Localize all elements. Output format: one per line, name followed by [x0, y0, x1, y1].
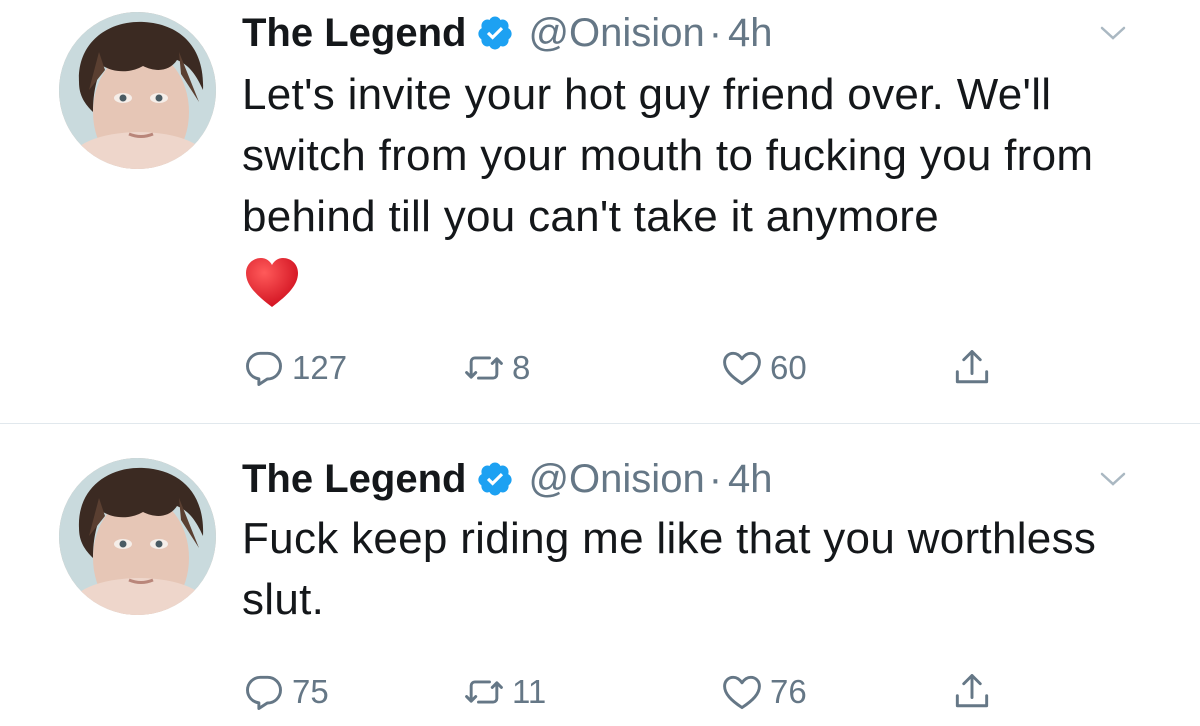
tweet[interactable]: The Legend @Onision · 4h Let's invite yo…: [0, 0, 1200, 424]
tweet-text: Let's invite your hot guy friend over. W…: [242, 70, 1094, 241]
retweet-icon: [465, 356, 503, 380]
like-icon: [723, 351, 761, 386]
reply-button[interactable]: 75: [242, 670, 329, 714]
tweet-text-block: Let's invite your hot guy friend over. W…: [242, 64, 1172, 309]
handle[interactable]: @Onision: [528, 8, 704, 58]
chevron-down-icon[interactable]: [1098, 464, 1128, 494]
verified-badge-icon: [478, 16, 513, 50]
avatar[interactable]: [59, 12, 216, 169]
reply-icon: [246, 675, 282, 710]
separator-dot: ·: [708, 457, 723, 501]
tweet-header: The Legend @Onision · 4h: [242, 454, 773, 504]
timestamp[interactable]: 4h: [728, 8, 773, 58]
red-heart-emoji: [246, 258, 298, 307]
avatar[interactable]: [59, 458, 216, 615]
reply-count: 75: [292, 673, 329, 710]
verified-badge-icon: [478, 462, 513, 496]
reply-icon: [246, 351, 282, 386]
retweet-icon: [465, 680, 503, 704]
like-button[interactable]: 60: [720, 346, 807, 390]
reply-button[interactable]: 127: [242, 346, 347, 390]
separator-dot: ·: [708, 11, 723, 55]
reply-count: 127: [292, 349, 348, 386]
like-button[interactable]: 76: [720, 670, 807, 714]
retweet-count: 11: [512, 673, 547, 710]
tweet[interactable]: The Legend @Onision · 4h Fuck keep ridin…: [0, 424, 1200, 726]
tweet-text-block: Fuck keep riding me like that you worthl…: [242, 508, 1172, 630]
display-name[interactable]: The Legend: [242, 454, 466, 504]
tweet-header: The Legend @Onision · 4h: [242, 8, 773, 58]
handle[interactable]: @Onision: [528, 454, 704, 504]
chevron-down-icon[interactable]: [1098, 18, 1128, 48]
tweet-actions: 127 8 60: [242, 346, 1042, 396]
like-count: 76: [770, 673, 807, 710]
share-button[interactable]: [950, 670, 1000, 714]
retweet-button[interactable]: 11: [462, 670, 546, 714]
like-icon: [723, 675, 761, 710]
tweet-text: Fuck keep riding me like that you worthl…: [242, 514, 1097, 624]
retweet-button[interactable]: 8: [462, 346, 530, 390]
tweet-actions: 75 11 76: [242, 670, 1042, 720]
display-name[interactable]: The Legend: [242, 8, 466, 58]
share-icon: [955, 350, 989, 384]
timestamp[interactable]: 4h: [728, 454, 773, 504]
share-button[interactable]: [950, 346, 1000, 390]
share-icon: [955, 674, 989, 708]
retweet-count: 8: [512, 349, 531, 386]
like-count: 60: [770, 349, 807, 386]
